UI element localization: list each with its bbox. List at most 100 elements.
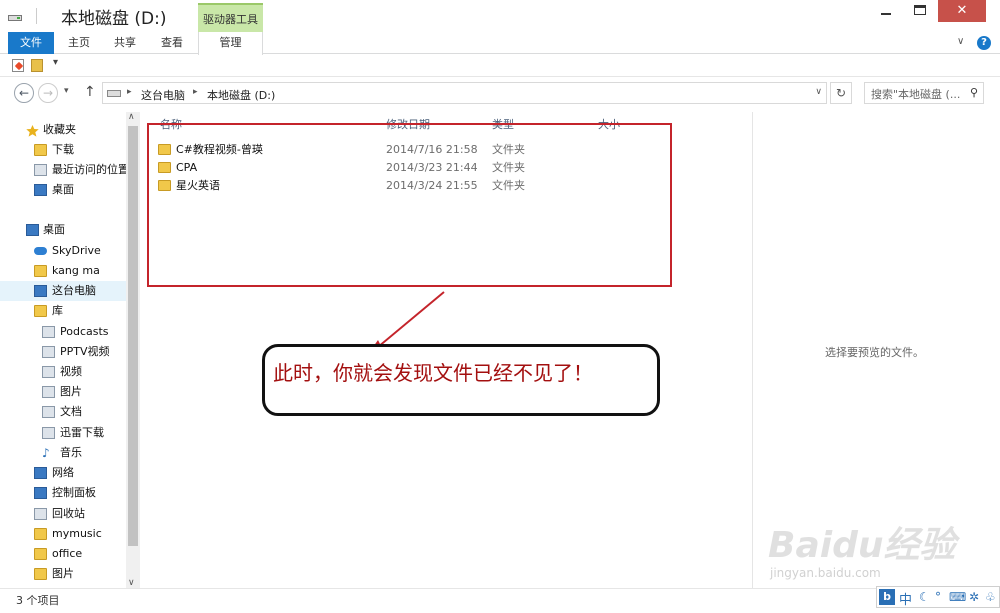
nav-item-desktop[interactable]: 桌面 — [0, 220, 126, 240]
breadcrumb-separator-icon[interactable]: ▸ — [127, 87, 132, 97]
maximize-button[interactable] — [904, 0, 936, 22]
ribbon-tabs: 文件 主页 共享 查看 管理 — [0, 32, 1000, 55]
recent-places-icon — [34, 164, 47, 176]
minimize-button[interactable] — [870, 0, 902, 22]
library-icon — [34, 305, 47, 317]
up-button[interactable]: ↑ — [84, 84, 96, 100]
nav-item-skydrive[interactable]: SkyDrive — [0, 241, 126, 261]
item-count: 3 个项目 — [16, 594, 60, 607]
annotation-callout: 此时，你就会发现文件已经不见了！ — [262, 344, 660, 416]
search-icon: ⚲ — [969, 86, 978, 99]
watermark-logo: Baidu经验 — [768, 525, 956, 566]
properties-icon[interactable] — [12, 59, 24, 72]
breadcrumb-separator-icon[interactable]: ▸ — [193, 87, 198, 97]
tab-home[interactable]: 主页 — [62, 32, 96, 54]
ime-moon-icon[interactable]: ☾ — [919, 590, 930, 604]
preview-message: 选择要预览的文件。 — [825, 346, 924, 359]
tab-file[interactable]: 文件 — [8, 32, 54, 54]
nav-item-desktop-fav[interactable]: 桌面 — [0, 180, 126, 200]
minimize-icon — [881, 13, 891, 15]
address-bar[interactable]: ▸ 这台电脑 ▸ 本地磁盘 (D:) ∨ — [102, 82, 827, 104]
context-tab-group-drive-tools: 驱动器工具 — [198, 3, 263, 32]
folder-icon — [34, 548, 47, 560]
ime-logo-icon[interactable]: b — [879, 589, 895, 605]
nav-item-mymusic[interactable]: mymusic — [0, 524, 126, 544]
nav-item-libraries[interactable]: 库 — [0, 301, 126, 321]
music-icon: ♪ — [42, 446, 50, 460]
folder-icon — [34, 528, 47, 540]
nav-item-documents[interactable]: 文档 — [0, 402, 126, 422]
nav-pane-scrollbar[interactable]: ∧ ∨ — [126, 112, 140, 588]
nav-item-pptv-video[interactable]: PPTV视频 — [0, 342, 126, 362]
network-icon — [34, 467, 47, 479]
scrollbar-thumb[interactable] — [128, 126, 138, 546]
drive-icon — [107, 90, 121, 97]
ime-toolbar: b 中 ☾ ° ⌨ ✲ ♧ — [876, 586, 1000, 608]
title-separator — [36, 8, 37, 24]
new-folder-icon[interactable] — [31, 59, 43, 72]
watermark: Baidu经验 jingyan.baidu.com — [760, 508, 980, 588]
ime-keyboard-icon[interactable]: ⌨ — [949, 590, 966, 604]
ime-punctuation-icon[interactable]: ° — [935, 590, 941, 604]
customize-toolbar-dropdown-icon[interactable]: ▾ — [53, 57, 58, 68]
navigation-bar: ← → ▾ ↑ ▸ 这台电脑 ▸ 本地磁盘 (D:) ∨ ↻ 搜索"本地磁盘 (… — [0, 78, 1000, 108]
recent-locations-dropdown-icon[interactable]: ▾ — [64, 86, 69, 96]
nav-item-videos[interactable]: 视频 — [0, 362, 126, 382]
tab-share[interactable]: 共享 — [108, 32, 142, 54]
nav-item-podcasts[interactable]: Podcasts — [0, 322, 126, 342]
tab-manage[interactable]: 管理 — [198, 32, 263, 55]
nav-item-this-pc[interactable]: 这台电脑 — [0, 281, 126, 301]
annotation-text: 此时，你就会发现文件已经不见了！ — [273, 361, 593, 385]
nav-item-control-panel[interactable]: 控制面板 — [0, 483, 126, 503]
address-dropdown-icon[interactable]: ∨ — [815, 87, 822, 97]
user-folder-icon — [34, 265, 47, 277]
close-button[interactable]: ✕ — [938, 0, 986, 22]
scroll-down-icon[interactable]: ∨ — [128, 578, 135, 588]
download-library-icon — [42, 427, 55, 439]
highlight-box — [147, 123, 672, 287]
nav-item-recycle-bin[interactable]: 回收站 — [0, 504, 126, 524]
back-button[interactable]: ← — [14, 83, 34, 103]
folder-icon — [34, 568, 47, 580]
nav-item-user[interactable]: kang ma — [0, 261, 126, 281]
nav-item-thunder-downloads[interactable]: 迅雷下载 — [0, 423, 126, 443]
podcast-icon — [42, 326, 55, 338]
title-bar: 本地磁盘 (D:) 驱动器工具 ✕ — [0, 0, 1000, 32]
nav-item-network[interactable]: 网络 — [0, 463, 126, 483]
control-panel-icon — [34, 487, 47, 499]
navigation-pane: 收藏夹 下载 最近访问的位置 桌面 桌面 SkyDrive kang ma 这台… — [0, 112, 140, 588]
tab-view[interactable]: 查看 — [155, 32, 189, 54]
scroll-up-icon[interactable]: ∧ — [128, 112, 135, 122]
recycle-bin-icon — [34, 508, 47, 520]
nav-item-office[interactable]: office — [0, 544, 126, 564]
desktop-icon — [26, 224, 39, 236]
computer-icon — [34, 285, 47, 297]
ime-mode[interactable]: 中 — [899, 589, 912, 608]
search-input[interactable]: 搜索"本地磁盘 (... ⚲ — [864, 82, 984, 104]
refresh-icon: ↻ — [835, 86, 847, 100]
video-library-icon — [42, 346, 55, 358]
refresh-button[interactable]: ↻ — [830, 82, 852, 104]
nav-item-music[interactable]: ♪ 音乐 — [0, 443, 126, 463]
search-placeholder: 搜索"本地磁盘 (... — [871, 88, 961, 101]
maximize-icon — [914, 5, 926, 15]
desktop-icon — [34, 184, 47, 196]
nav-item-downloads[interactable]: 下载 — [0, 140, 126, 160]
nav-item-pictures[interactable]: 图片 — [0, 382, 126, 402]
star-icon — [26, 124, 39, 137]
nav-item-pictures-folder[interactable]: 图片 — [0, 564, 126, 584]
status-bar: 3 个项目 — [0, 588, 1000, 613]
forward-button[interactable]: → — [38, 83, 58, 103]
quick-access-toolbar: ▾ — [0, 55, 1000, 77]
ime-settings-icon[interactable]: ✲ — [969, 590, 979, 604]
breadcrumb-this-pc[interactable]: 这台电脑 — [141, 87, 185, 103]
nav-item-favorites[interactable]: 收藏夹 — [0, 120, 126, 140]
breadcrumb-local-disk-d[interactable]: 本地磁盘 (D:) — [207, 87, 275, 103]
ime-skin-icon[interactable]: ♧ — [985, 590, 996, 604]
help-icon[interactable]: ? — [977, 36, 991, 50]
nav-item-recent-places[interactable]: 最近访问的位置 — [0, 160, 129, 180]
drive-icon[interactable] — [8, 12, 22, 21]
download-folder-icon — [34, 144, 47, 156]
expand-ribbon-chevron-icon[interactable]: ∨ — [957, 36, 964, 47]
video-library-icon — [42, 366, 55, 378]
